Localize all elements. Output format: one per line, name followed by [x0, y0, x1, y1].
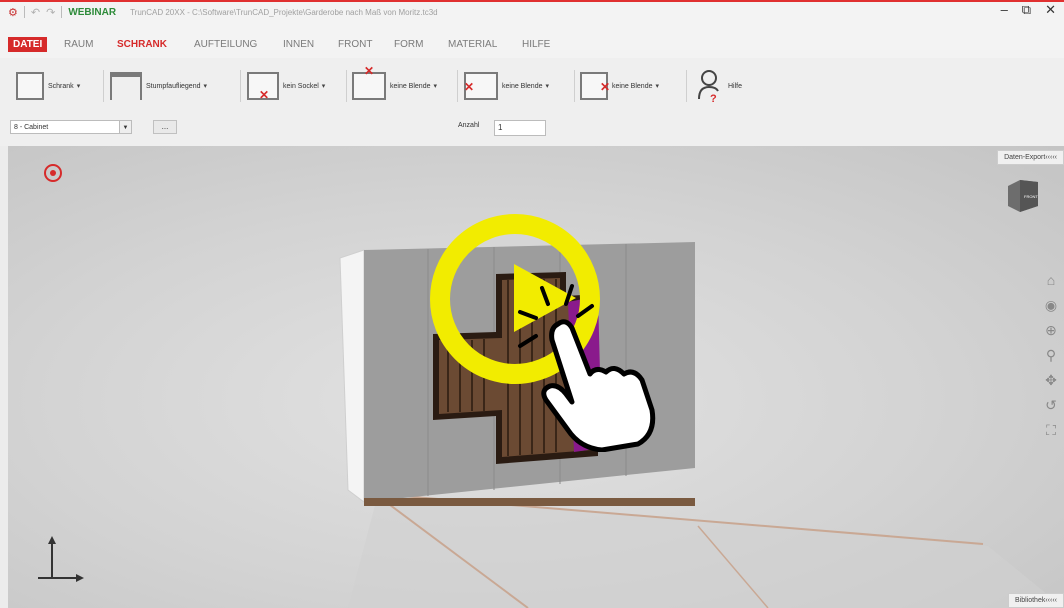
tab-schrank[interactable]: SCHRANK	[117, 39, 167, 50]
chevron-down-icon: ▾	[545, 83, 549, 90]
anzahl-input[interactable]: 1	[494, 120, 546, 136]
window-title: TrunCAD 20XX - C:\Software\TrunCAD_Proje…	[130, 7, 438, 17]
pointer-hand-icon	[518, 284, 656, 452]
fit-icon[interactable]: ⛶	[1046, 422, 1056, 438]
window-controls: – ⧉ ✕	[1001, 2, 1056, 18]
undo-icon[interactable]: ↶	[31, 6, 40, 19]
keine-blende-rechts-label: keine Blende	[612, 82, 653, 90]
hilfe-button[interactable]: ? Hilfe	[696, 68, 742, 104]
keine-blende-links-label: keine Blende	[502, 82, 543, 90]
redo-icon[interactable]: ↷	[46, 6, 55, 19]
tab-datei[interactable]: DATEI	[8, 37, 48, 52]
kein-sockel-label: kein Sockel	[283, 82, 319, 90]
axis-triad-icon	[38, 536, 84, 582]
more-button[interactable]: ...	[153, 120, 177, 134]
orbit-icon[interactable]: ◉	[1045, 297, 1057, 313]
anzahl-label: Anzahl	[458, 122, 480, 129]
no-plinth-icon: ✕	[247, 72, 279, 102]
help-person-icon: ?	[698, 70, 719, 103]
app-logo-icon[interactable]: ⚙	[8, 6, 18, 19]
cabinet-select[interactable]: 8 - Cabinet ▼	[10, 120, 132, 134]
chevron-down-icon: ▾	[76, 83, 81, 90]
ribbon: Schrank ▾ Stumpfaufliegend ▾ ✕ kein Sock…	[0, 58, 1064, 147]
schrank-label: Schrank	[48, 82, 74, 90]
chevron-down-icon: ▾	[655, 83, 659, 90]
chevron-down-icon[interactable]: ▼	[119, 121, 131, 133]
tab-material[interactable]: MATERIAL	[448, 39, 497, 50]
schrank-button[interactable]: Schrank ▾	[16, 68, 80, 104]
cabinet-icon	[16, 72, 44, 100]
cabinet-select-value: 8 - Cabinet	[14, 124, 49, 131]
minimize-button[interactable]: –	[1001, 2, 1008, 18]
chevron-down-icon: ▾	[203, 83, 207, 90]
pan-icon[interactable]: ✥	[1045, 372, 1057, 388]
view-cube[interactable]: FRONT	[1006, 178, 1040, 214]
keine-blende-oben-button[interactable]: ✕ keine Blende ▾	[352, 64, 437, 104]
floor-plane	[348, 494, 1064, 608]
no-top-cover-icon: ✕	[352, 64, 386, 100]
navigation-bar: ⌂ ◉ ⊕ ⚲ ✥ ↺ ⛶	[1042, 272, 1060, 438]
kein-sockel-button[interactable]: ✕ kein Sockel ▾	[247, 68, 325, 104]
stumpfaufliegend-label: Stumpfaufliegend	[146, 82, 201, 90]
no-left-cover-icon: ✕	[464, 72, 498, 100]
quick-access-toolbar: ⚙ ↶ ↷	[8, 6, 63, 19]
wardrobe-side-panel	[339, 249, 365, 503]
chevron-down-icon: ▾	[321, 83, 326, 90]
webinar-label: WEBINAR	[68, 6, 117, 18]
viewcube-front-label: FRONT	[1024, 194, 1038, 199]
keine-blende-oben-label: keine Blende	[390, 82, 431, 90]
chevron-down-icon: ▾	[433, 83, 437, 90]
tab-form[interactable]: FORM	[394, 39, 423, 50]
no-right-cover-icon: ✕	[580, 72, 610, 100]
tab-aufteilung[interactable]: AUFTEILUNG	[194, 39, 257, 50]
zoom-window-icon[interactable]: ⊕	[1045, 322, 1057, 338]
tab-innen[interactable]: INNEN	[283, 39, 314, 50]
home-icon[interactable]: ⌂	[1047, 272, 1055, 288]
stumpfaufliegend-button[interactable]: Stumpfaufliegend ▾	[110, 68, 207, 104]
hilfe-label: Hilfe	[728, 82, 743, 90]
tab-hilfe[interactable]: HILFE	[522, 39, 550, 50]
panel-icon	[110, 72, 142, 100]
keine-blende-links-button[interactable]: ✕ keine Blende ▾	[464, 68, 549, 104]
keine-blende-rechts-button[interactable]: ✕ keine Blende ▾	[580, 68, 659, 104]
close-button[interactable]: ✕	[1045, 2, 1056, 18]
wardrobe-plinth	[364, 498, 695, 506]
bibliothek-tab[interactable]: Bibliothek‹‹‹‹‹	[1007, 593, 1064, 608]
tab-raum[interactable]: RAUM	[64, 39, 93, 50]
visibility-eye-icon[interactable]	[44, 164, 62, 182]
tab-front[interactable]: FRONT	[338, 39, 372, 50]
zoom-icon[interactable]: ⚲	[1046, 347, 1056, 363]
daten-export-tab[interactable]: Daten-Export‹‹‹‹‹	[997, 150, 1064, 165]
rotate-icon[interactable]: ↺	[1045, 397, 1057, 413]
restore-button[interactable]: ⧉	[1022, 2, 1031, 18]
title-bar: ⚙ ↶ ↷ WEBINAR TrunCAD 20XX - C:\Software…	[0, 2, 1064, 22]
ribbon-tabs: DATEI RAUM SCHRANK AUFTEILUNG INNEN FRON…	[0, 22, 1064, 58]
svg-text:?: ?	[710, 93, 717, 103]
